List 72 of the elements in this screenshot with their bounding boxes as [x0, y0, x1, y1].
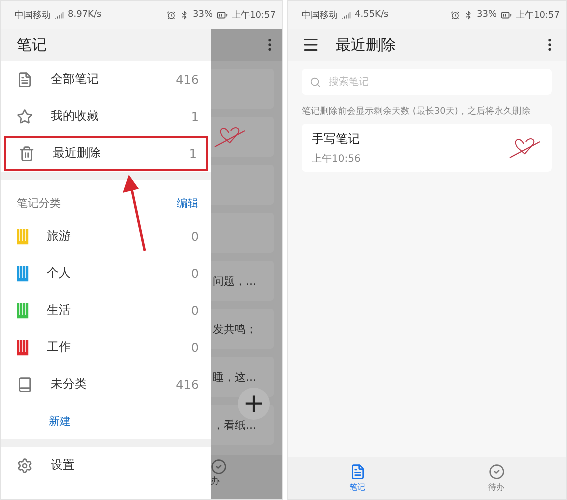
- search-input[interactable]: 搜索笔记: [327, 76, 544, 88]
- settings-icon: [17, 458, 33, 474]
- item-label: 我的收藏: [51, 108, 100, 125]
- document-icon: [350, 464, 366, 480]
- drawer-title: 笔记: [17, 36, 47, 54]
- category-label: 个人: [47, 265, 72, 282]
- network-speed: 4.55K/s: [355, 10, 389, 20]
- category-item[interactable]: 工作 0: [1, 329, 211, 366]
- category-label: 未分类: [51, 376, 88, 393]
- carrier-text: 中国移动: [302, 10, 338, 22]
- category-item[interactable]: 未分类 416: [1, 366, 211, 403]
- search-field[interactable]: 搜索笔记: [302, 69, 552, 95]
- notice-text: 笔记删除前会显示剩余天数 (最长30天)，之后将永久删除: [301, 106, 532, 119]
- bottom-tab[interactable]: 笔记: [288, 457, 427, 499]
- clock-time: 上午10:57: [516, 10, 560, 22]
- drawer-item[interactable]: 全部笔记 416: [1, 61, 211, 98]
- bottom-tab[interactable]: 待办: [427, 457, 566, 499]
- alarm-icon: [167, 10, 176, 20]
- settings-label: 设置: [51, 457, 76, 474]
- category-label: 工作: [47, 339, 72, 356]
- bluetooth-icon: [464, 10, 474, 20]
- bluetooth-icon: [180, 10, 190, 20]
- category-label: 生活: [47, 302, 72, 319]
- check-circle-icon: [211, 459, 227, 475]
- network-speed: 8.97K/s: [68, 10, 102, 20]
- heart-sketch-icon: [213, 125, 247, 149]
- note-time: 上午10:56: [312, 152, 362, 166]
- edit-link[interactable]: 编辑: [177, 196, 199, 210]
- new-category-link[interactable]: 新建: [49, 414, 71, 428]
- battery-icon: [217, 10, 228, 20]
- category-count: 0: [191, 230, 199, 244]
- star-icon: [17, 108, 33, 124]
- page-title: 最近删除: [336, 36, 397, 54]
- menu-icon[interactable]: [302, 36, 320, 54]
- battery-percent: 33%: [477, 10, 498, 20]
- category-label: 旅游: [47, 228, 72, 245]
- note-snippet: 睡，这...: [213, 370, 256, 384]
- clock-time: 上午10:57: [232, 10, 276, 22]
- signal-icon: [55, 10, 64, 20]
- alarm-icon: [451, 10, 460, 20]
- section-heading: 笔记分类: [17, 196, 61, 210]
- note-title: 手写笔记: [312, 130, 361, 148]
- note-card[interactable]: 手写笔记 上午10:56: [302, 124, 552, 172]
- category-count: 0: [191, 266, 199, 280]
- trash-icon: [19, 146, 35, 162]
- category-item[interactable]: 旅游 0: [1, 218, 211, 255]
- search-icon: [310, 76, 321, 88]
- settings-item[interactable]: 设置: [1, 447, 211, 484]
- category-count: 416: [176, 378, 199, 392]
- signal-icon: [342, 10, 351, 20]
- drawer-item[interactable]: 最近删除 1: [3, 135, 209, 172]
- category-item[interactable]: 个人 0: [1, 255, 211, 292]
- battery-percent: 33%: [193, 10, 214, 20]
- battery-icon: [501, 10, 512, 20]
- note-snippet: 发共鸣；: [213, 322, 257, 336]
- note-snippet: ，看纸...: [213, 418, 256, 432]
- check-circle-icon: [488, 464, 504, 480]
- category-count: 0: [191, 304, 199, 318]
- item-count: 1: [191, 110, 199, 124]
- document-icon: [17, 72, 33, 88]
- item-count: 1: [189, 146, 197, 160]
- tab-label: 办: [211, 476, 220, 488]
- drawer-item[interactable]: 我的收藏 1: [1, 98, 211, 135]
- category-count: 0: [191, 340, 199, 354]
- heart-sketch-icon: [508, 136, 542, 160]
- note-snippet: 问题，...: [213, 274, 256, 288]
- item-label: 全部笔记: [51, 71, 100, 88]
- carrier-text: 中国移动: [15, 10, 51, 22]
- item-count: 416: [176, 72, 199, 86]
- category-item[interactable]: 生活 0: [1, 292, 211, 329]
- notebook-icon: [17, 376, 33, 392]
- item-label: 最近删除: [53, 145, 102, 162]
